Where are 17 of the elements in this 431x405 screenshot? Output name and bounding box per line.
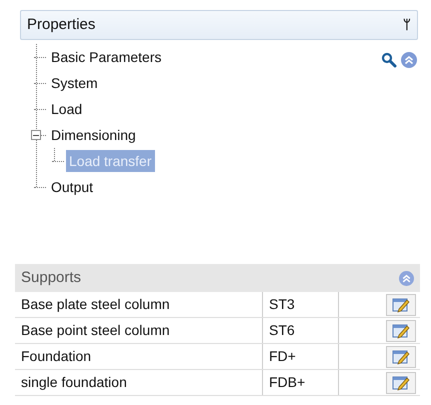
section-title: Supports — [21, 268, 82, 288]
support-name: Base plate steel column — [20, 295, 171, 314]
support-code: FDB+ — [262, 370, 339, 395]
tree-item[interactable]: System — [48, 72, 101, 94]
support-code: ST3 — [262, 292, 339, 317]
pin-icon[interactable]: ᛘ — [403, 15, 411, 35]
support-name: single foundation — [20, 373, 128, 392]
tree-item[interactable]: Dimensioning — [48, 124, 139, 146]
panel-title: Properties — [27, 14, 96, 35]
section-header[interactable]: Supports — [15, 264, 420, 292]
tree-item[interactable]: Load — [48, 98, 86, 120]
support-code: FD+ — [262, 344, 339, 369]
support-name: Foundation — [20, 347, 92, 366]
tree-item[interactable]: Basic Parameters — [48, 46, 164, 68]
tree-item[interactable]: Output — [48, 176, 96, 198]
support-name: Base point steel column — [20, 321, 171, 340]
support-code: ST6 — [262, 318, 339, 343]
